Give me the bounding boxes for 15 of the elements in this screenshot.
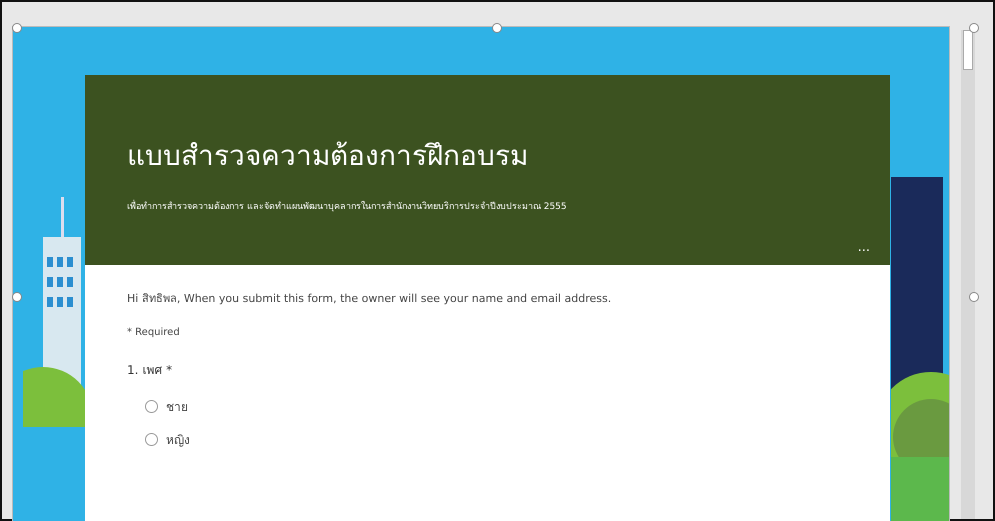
form-description: เพื่อทำการสำรวจความต้องการ และจัดทำแผนพัฒนาบุคลากรในการสำนักงานวิทยบริการประจำปีงบประมาณ 2555 [127,199,870,213]
required-note: * Required [127,327,181,338]
notice-text: Hi สิทธิพล, When you submit this form, the owner will see your name and email address. [127,291,612,307]
resize-handle-icon[interactable] [492,23,502,33]
question-label: 1. เพศ * [127,362,174,379]
scroll-bar[interactable] [961,30,975,519]
resize-handle-icon[interactable] [969,23,979,33]
radio-button[interactable] [145,400,158,413]
form-title: แบบสำรวจความต้องการฝึกอบรม [127,138,529,174]
option-label: ชาย [166,399,188,416]
resize-handle-icon[interactable] [969,292,979,302]
option-label: หญิง [166,432,190,449]
more-button[interactable]: ... [856,240,872,255]
resize-handle-icon[interactable] [12,23,22,33]
radio-button[interactable] [145,433,158,446]
